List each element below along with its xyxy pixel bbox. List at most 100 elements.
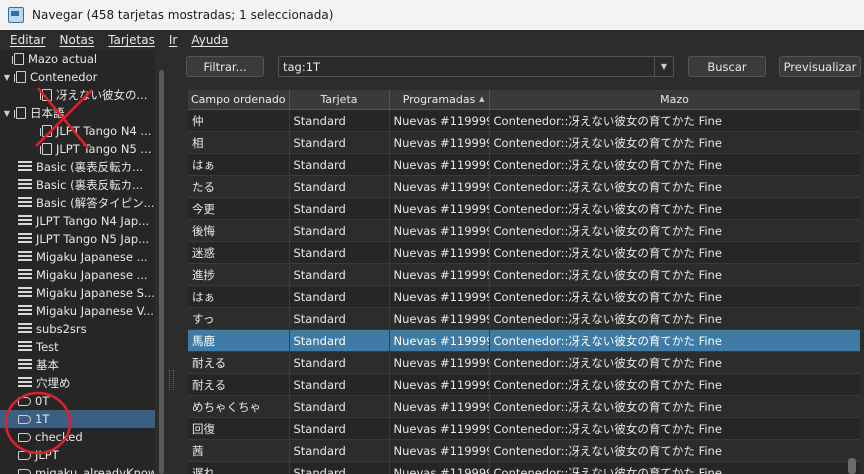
sidebar-item[interactable]: JLPT	[0, 446, 155, 464]
table-cell: Contenedor::冴えない彼女の育てかた Fine	[489, 109, 860, 132]
table-cell: 仲	[188, 109, 290, 132]
deck-icon	[12, 53, 24, 65]
table-cell: Standard	[289, 109, 390, 132]
sidebar-item[interactable]: Basic (裏表反転カ...	[0, 176, 155, 194]
menu-notas[interactable]: Notas	[60, 33, 95, 47]
menu-ir[interactable]: Ir	[169, 33, 177, 47]
tag-icon	[18, 414, 31, 424]
table-row[interactable]: 耐えるStandardNuevas #1199996Contenedor::冴え…	[188, 351, 860, 374]
table-row[interactable]: 進捗StandardNuevas #1199996Contenedor::冴えな…	[188, 263, 860, 286]
sidebar-item[interactable]: Migaku Japanese S...	[0, 284, 155, 302]
expand-arrow-icon[interactable]: ▼	[2, 73, 12, 82]
table-cell: 回復	[188, 417, 290, 440]
table-row[interactable]: 馬鹿StandardNuevas #1199996Contenedor::冴えな…	[188, 329, 860, 352]
menu-ayuda[interactable]: Ayuda	[191, 33, 228, 47]
table-cell: Contenedor::冴えない彼女の育てかた Fine	[489, 285, 860, 308]
column-header-label: Mazo	[660, 93, 689, 106]
table-row[interactable]: 後悔StandardNuevas #1199996Contenedor::冴えな…	[188, 219, 860, 242]
table-cell: 後悔	[188, 219, 290, 242]
table-cell: Contenedor::冴えない彼女の育てかた Fine	[489, 175, 860, 198]
sidebar-item-label: migaku_alreadyKnown	[35, 466, 155, 474]
sidebar-item[interactable]: Test	[0, 338, 155, 356]
table-scrollbar[interactable]	[848, 458, 856, 474]
column-header-campo[interactable]: Campo ordenado	[188, 90, 290, 110]
table-row[interactable]: 相StandardNuevas #1199996Contenedor::冴えない…	[188, 131, 860, 154]
sidebar-item-label: JLPT Tango N5 ...	[56, 142, 152, 156]
sidebar-scrollbar[interactable]	[159, 70, 164, 474]
sidebar-item-label: Mazo actual	[28, 52, 98, 66]
table-cell: Contenedor::冴えない彼女の育てかた Fine	[489, 241, 860, 264]
menu-bar: Editar Notas Tarjetas Ir Ayuda	[0, 30, 864, 50]
table-row[interactable]: 迷惑StandardNuevas #1199996Contenedor::冴えな…	[188, 241, 860, 264]
column-header-programadas[interactable]: Programadas ▲	[389, 90, 490, 110]
sidebar-item-label: Basic (解答タイピン...	[36, 196, 155, 210]
deck-icon	[14, 107, 26, 119]
sidebar-item-label: JLPT Tango N4 ...	[56, 124, 152, 138]
table-cell: はぁ	[188, 285, 290, 308]
sidebar-item[interactable]: JLPT Tango N4 Jap...	[0, 212, 155, 230]
app-icon	[8, 7, 24, 23]
table-row[interactable]: 茜StandardNuevas #1199996Contenedor::冴えない…	[188, 439, 860, 462]
sidebar-item[interactable]: Migaku Japanese V...	[0, 302, 155, 320]
menu-editar[interactable]: Editar	[10, 33, 46, 47]
table-row[interactable]: たるStandardNuevas #1199996Contenedor::冴えな…	[188, 175, 860, 198]
table-cell: すっ	[188, 307, 290, 330]
table-row[interactable]: 今更StandardNuevas #1199996Contenedor::冴えな…	[188, 197, 860, 220]
sidebar-item[interactable]: 1T	[0, 410, 155, 428]
table-cell: Standard	[289, 285, 390, 308]
deck-icon	[14, 71, 26, 83]
table-row[interactable]: すっStandardNuevas #1199996Contenedor::冴えな…	[188, 307, 860, 330]
sidebar-item[interactable]: Migaku Japanese ...	[0, 248, 155, 266]
sidebar-item[interactable]: 穴埋め	[0, 374, 155, 392]
sidebar-item[interactable]: Basic (解答タイピン...	[0, 194, 155, 212]
table-row[interactable]: 遅れStandardNuevas #1199996Contenedor::冴えな…	[188, 461, 860, 474]
sidebar-item[interactable]: 0T	[0, 392, 155, 410]
sidebar-item[interactable]: Migaku Japanese ...	[0, 266, 155, 284]
table-row[interactable]: 仲StandardNuevas #1199996Contenedor::冴えない…	[188, 109, 860, 132]
table-cell: Standard	[289, 307, 390, 330]
sidebar-item[interactable]: 基本	[0, 356, 155, 374]
table-row[interactable]: はぁStandardNuevas #1199996Contenedor::冴えな…	[188, 285, 860, 308]
sidebar-item[interactable]: ▼ Contenedor	[0, 68, 155, 86]
search-button[interactable]: Buscar	[688, 56, 766, 77]
title-bar: Navegar (458 tarjetas mostradas; 1 selec…	[0, 0, 864, 30]
sidebar-item[interactable]: Basic (裏表反転カ...	[0, 158, 155, 176]
note-icon	[18, 359, 32, 371]
sidebar-item[interactable]: checked	[0, 428, 155, 446]
sidebar-item[interactable]: JLPT Tango N4 ...	[0, 122, 155, 140]
tag-icon	[18, 450, 31, 460]
sidebar-item[interactable]: JLPT Tango N5 ...	[0, 140, 155, 158]
column-header-tarjeta[interactable]: Tarjeta	[289, 90, 390, 110]
sidebar-item[interactable]: subs2srs	[0, 320, 155, 338]
sort-ascending-icon: ▲	[479, 95, 485, 103]
menu-tarjetas[interactable]: Tarjetas	[108, 33, 155, 47]
note-icon	[18, 269, 32, 281]
deck-icon	[40, 143, 52, 155]
sidebar-item[interactable]: migaku_alreadyKnown	[0, 464, 155, 474]
table-cell: Nuevas #1199996	[389, 219, 490, 242]
chevron-down-icon[interactable]: ▼	[654, 57, 673, 76]
sidebar-item-label: 基本	[36, 358, 59, 372]
preview-button[interactable]: Previsualizar	[779, 56, 861, 77]
deck-icon	[40, 89, 52, 101]
deck-icon	[40, 125, 52, 137]
table-row[interactable]: 回復StandardNuevas #1199996Contenedor::冴えな…	[188, 417, 860, 440]
sidebar-item-label: JLPT Tango N5 Jap...	[36, 232, 150, 246]
column-header-mazo[interactable]: Mazo	[489, 90, 860, 110]
sidebar-item[interactable]: Mazo actual	[0, 50, 155, 68]
sidebar-item[interactable]: JLPT Tango N5 Jap...	[0, 230, 155, 248]
splitter-handle[interactable]	[169, 370, 174, 390]
expand-arrow-icon[interactable]: ▼	[2, 109, 12, 118]
table-cell: Contenedor::冴えない彼女の育てかた Fine	[489, 461, 860, 474]
search-input[interactable]	[279, 56, 654, 77]
sidebar-item[interactable]: ▼ 日本語	[0, 104, 155, 122]
filter-button[interactable]: Filtrar...	[186, 56, 264, 77]
column-header-label: Campo ordenado	[190, 93, 286, 106]
table-row[interactable]: 耐えるStandardNuevas #1199996Contenedor::冴え…	[188, 373, 860, 396]
sidebar-item[interactable]: 冴えない彼女の...	[0, 86, 155, 104]
table-cell: Standard	[289, 197, 390, 220]
table-row[interactable]: めちゃくちゃStandardNuevas #1199996Contenedor:…	[188, 395, 860, 418]
table-cell: Nuevas #1199996	[389, 373, 490, 396]
table-cell: 馬鹿	[188, 329, 290, 352]
table-row[interactable]: はぁStandardNuevas #1199996Contenedor::冴えな…	[188, 153, 860, 176]
